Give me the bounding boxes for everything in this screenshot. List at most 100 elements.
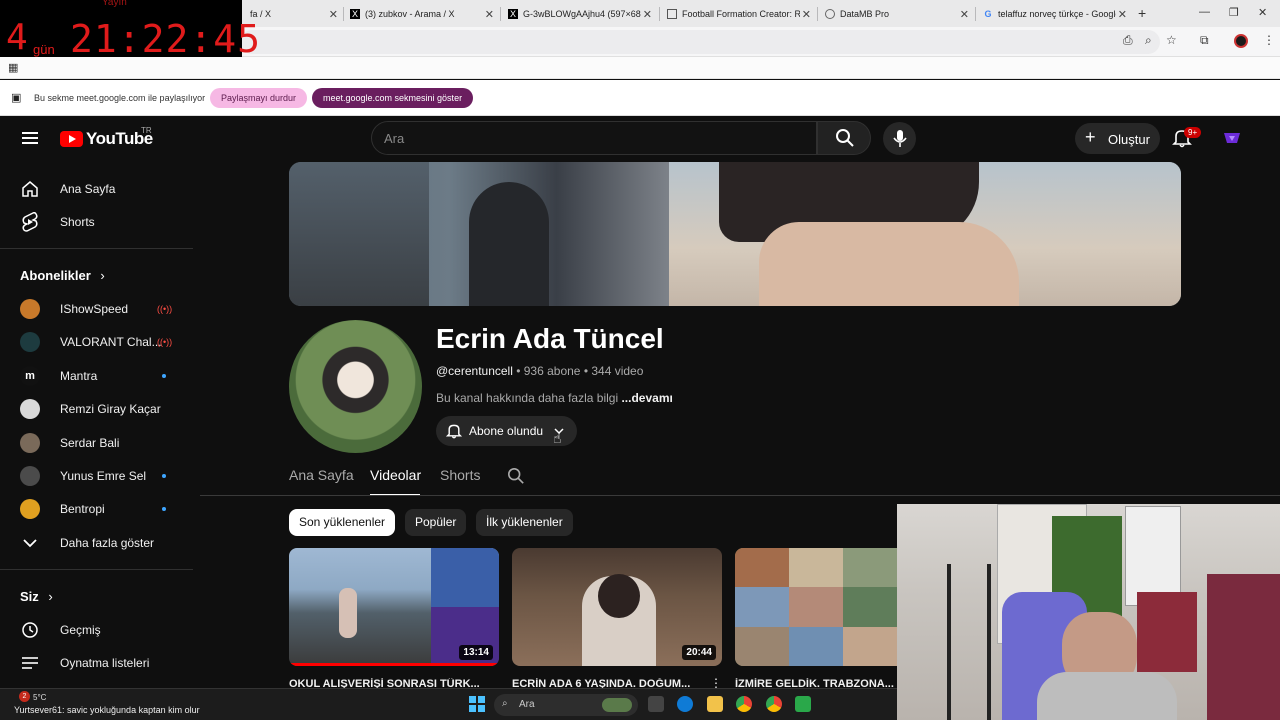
taskbar <box>0 688 897 720</box>
edge-browser-icon[interactable] <box>677 696 693 712</box>
chrome-icon[interactable] <box>736 696 752 712</box>
timer-label: Yayın <box>102 0 127 8</box>
menu-dots-icon[interactable]: ⋮ <box>1263 33 1275 47</box>
chip-oldest[interactable]: İlk yüklenenler <box>476 509 573 536</box>
hamburger-menu-icon[interactable] <box>22 132 38 144</box>
subscription-item[interactable]: Serdar Bali <box>20 433 119 453</box>
tab-home[interactable]: Ana Sayfa <box>289 467 354 483</box>
subscription-item[interactable]: Yunus Emre Sel <box>20 466 146 486</box>
banner-face <box>759 222 1019 306</box>
sidebar-item-history[interactable]: Geçmiş <box>20 620 101 640</box>
close-icon[interactable]: ✕ <box>1118 8 1127 21</box>
file-explorer-icon[interactable] <box>707 696 723 712</box>
tab-separator <box>817 7 818 21</box>
notification-count-badge: 2 <box>19 691 30 702</box>
windows-start-icon[interactable] <box>469 696 485 712</box>
search-placeholder: Ara <box>384 131 405 146</box>
extensions-icon[interactable]: ⧉ <box>1200 33 1209 48</box>
channel-search-icon[interactable] <box>507 467 525 485</box>
url-field[interactable] <box>240 30 1160 54</box>
channel-stats: • 936 abone • 344 video <box>512 364 644 378</box>
browser-tab[interactable]: G telaffuz norveç türkçe - Google ✕ <box>977 3 1133 25</box>
channel-name-title: Ecrin Ada Tüncel <box>436 323 664 354</box>
chip-popular[interactable]: Popüler <box>405 509 467 536</box>
close-icon[interactable]: ✕ <box>960 8 969 21</box>
taskbar-search[interactable]: ⌕ Ara <box>494 694 638 716</box>
zoom-icon[interactable]: ⌕ <box>1145 33 1152 48</box>
collage-cell <box>843 587 897 627</box>
tab-videos[interactable]: Videolar <box>370 467 421 483</box>
sidebar-item-label: Shorts <box>60 215 95 229</box>
show-meet-tab-button[interactable]: meet.google.com sekmesini göster <box>312 88 474 108</box>
sidebar-item-home[interactable]: Ana Sayfa <box>20 179 115 199</box>
subscription-item[interactable]: IShowSpeed <box>20 299 128 319</box>
subscription-item[interactable]: Bentropi <box>20 499 105 519</box>
apps-grid-icon[interactable]: ▦ <box>8 61 18 74</box>
youtube-logo-icon[interactable] <box>60 131 83 147</box>
collage-cell <box>735 587 789 627</box>
channel-avatar <box>20 499 40 519</box>
channel-name: Yunus Emre Sel <box>60 469 147 483</box>
search-input[interactable] <box>371 121 817 155</box>
browser-tab[interactable]: X G-3wBLOWgAAjhu4 (597×680) ✕ <box>502 3 658 25</box>
channel-avatar <box>20 399 40 419</box>
video-thumbnail[interactable]: 13:14 <box>289 548 499 666</box>
live-indicator-icon: ((•)) <box>157 337 173 347</box>
webcam-shirt <box>1037 672 1177 720</box>
you-header[interactable]: Siz › <box>20 589 53 604</box>
subscriptions-header[interactable]: Abonelikler › <box>20 268 105 283</box>
tab-title: telaffuz norveç türkçe - Google <box>998 9 1116 19</box>
collage-cell <box>789 627 843 666</box>
channel-meta: @cerentuncell • 936 abone • 344 video <box>436 364 643 378</box>
channel-avatar <box>20 466 40 486</box>
minimize-icon[interactable]: — <box>1199 6 1210 18</box>
channel-avatar-large[interactable] <box>289 320 422 453</box>
tab-title: Football Formation Creator: Re <box>682 9 800 19</box>
about-more-link[interactable]: ...devamı <box>621 391 672 405</box>
stop-sharing-button[interactable]: Paylaşmayı durdur <box>210 88 308 108</box>
search-button[interactable] <box>817 121 871 155</box>
x-logo-icon: X <box>508 9 518 19</box>
tab-shorts[interactable]: Shorts <box>440 467 480 483</box>
maximize-icon[interactable]: ❐ <box>1229 6 1239 19</box>
google-icon: G <box>984 9 992 19</box>
profile-avatar[interactable] <box>1234 34 1248 48</box>
channel-name: IShowSpeed <box>60 302 129 316</box>
sidebar-item-shorts[interactable]: Shorts <box>20 212 95 232</box>
show-more-button[interactable]: Daha fazla göster <box>20 533 154 553</box>
browser-tab[interactable]: DataMB Pro ✕ <box>819 3 975 25</box>
close-window-icon[interactable]: ✕ <box>1258 6 1267 19</box>
channel-about[interactable]: Bu kanal hakkında daha fazla bilgi ...de… <box>436 391 673 405</box>
create-button[interactable]: + Oluştur <box>1075 123 1160 154</box>
bookmark-star-icon[interactable]: ☆ <box>1166 33 1177 47</box>
banner-figure <box>469 182 549 306</box>
chip-latest[interactable]: Son yüklenenler <box>289 509 396 536</box>
history-icon <box>20 620 40 640</box>
region-code: TR <box>141 126 152 135</box>
sidebar-item-playlists[interactable]: Oynatma listeleri <box>20 653 149 673</box>
close-icon[interactable]: ✕ <box>485 8 494 21</box>
app-icon[interactable] <box>795 696 811 712</box>
sidebar-divider <box>0 248 193 249</box>
shorts-icon <box>20 212 40 232</box>
video-thumbnail[interactable]: 20:44 <box>512 548 722 666</box>
close-icon[interactable]: ✕ <box>802 8 811 21</box>
install-icon[interactable]: ⎙ <box>1123 33 1133 48</box>
subscription-item[interactable]: VALORANT Chal... <box>20 332 162 352</box>
voice-search-button[interactable] <box>883 122 916 155</box>
close-icon[interactable]: ✕ <box>643 8 652 21</box>
browser-tab[interactable]: X (3) zubkov - Arama / X ✕ <box>344 3 500 25</box>
channel-name: Serdar Bali <box>60 436 120 450</box>
chrome-profile-icon[interactable] <box>766 696 782 712</box>
weather-widget[interactable]: 5°C <box>33 693 46 702</box>
subscription-item[interactable]: m Mantra <box>20 366 97 386</box>
video-thumbnail[interactable] <box>735 548 897 666</box>
account-avatar[interactable] <box>1223 129 1241 147</box>
browser-tab[interactable]: Football Formation Creator: Re ✕ <box>661 3 817 25</box>
webcam-tactics-board <box>1125 506 1181 606</box>
new-tab-button[interactable]: + <box>1138 5 1146 21</box>
task-view-icon[interactable] <box>648 696 664 712</box>
close-icon[interactable]: ✕ <box>329 8 338 21</box>
tab-separator <box>975 7 976 21</box>
subscription-item[interactable]: Remzi Giray Kaçar <box>20 399 161 419</box>
